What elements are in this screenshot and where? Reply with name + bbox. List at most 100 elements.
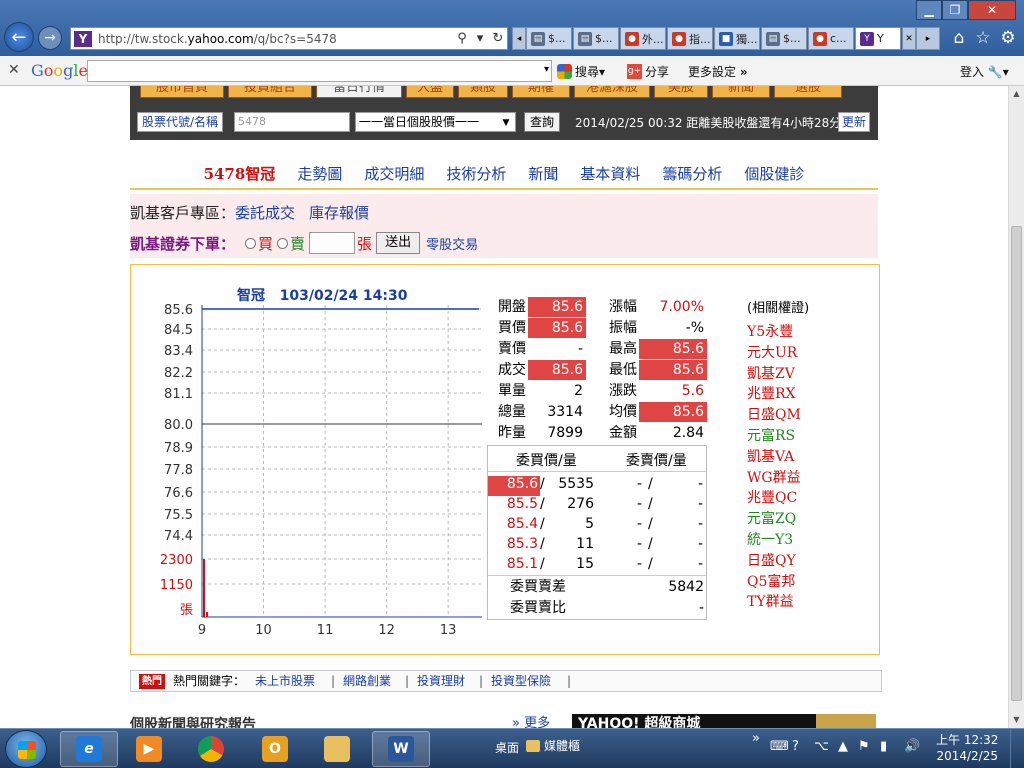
- browser-tab[interactable]: ● 指...: [667, 27, 713, 50]
- menu-tab[interactable]: 投資組合: [228, 86, 312, 98]
- menu-tab[interactable]: 期權: [512, 86, 570, 98]
- keyboard-icon[interactable]: ⌨: [770, 739, 789, 754]
- menu-tab[interactable]: 大盤: [406, 86, 454, 98]
- sell-radio[interactable]: [277, 237, 289, 249]
- stock-code-input[interactable]: 5478: [234, 112, 350, 132]
- order-fills-link[interactable]: 委託成交: [235, 204, 295, 222]
- network-icon[interactable]: ▮: [880, 739, 887, 754]
- dropdown-icon[interactable]: ▾: [471, 31, 489, 46]
- menu-tab[interactable]: 新聞: [712, 86, 770, 98]
- scroll-up-icon[interactable]: ▲: [1009, 86, 1024, 102]
- tab-scroll-left-icon[interactable]: ◂: [512, 27, 526, 50]
- wrench-icon[interactable]: 🔧: [988, 65, 1003, 79]
- gear-icon[interactable]: ⚙: [997, 27, 1019, 49]
- minimize-button[interactable]: ▁: [916, 0, 942, 20]
- taskbar-outlook[interactable]: O: [246, 731, 304, 767]
- subnav-link[interactable]: 基本資料: [580, 160, 640, 188]
- menu-tab[interactable]: 當日行情: [316, 86, 402, 98]
- tab-close-icon[interactable]: ✕: [902, 27, 916, 50]
- hot-link-startup[interactable]: 網路創業: [343, 671, 391, 691]
- menu-tab[interactable]: 股市首頁: [140, 86, 224, 98]
- volume-icon[interactable]: 🔊: [904, 739, 920, 754]
- browser-tab[interactable]: ■ 獨...: [714, 27, 760, 50]
- warrant-link[interactable]: WG群益: [747, 467, 801, 487]
- refresh-icon[interactable]: ↻: [489, 31, 507, 46]
- tray-expand-icon[interactable]: ▲: [838, 739, 848, 754]
- buy-radio[interactable]: [245, 237, 257, 249]
- toolbar-expand-icon[interactable]: »: [752, 731, 760, 746]
- google-search-input[interactable]: ▾: [87, 60, 552, 82]
- url-text[interactable]: http://tw.stock.yahoo.com/q/bc?s=5478: [98, 32, 453, 46]
- query-button[interactable]: 查詢: [524, 112, 561, 132]
- scroll-thumb[interactable]: [1011, 226, 1022, 701]
- input-method-icon[interactable]: ⌥: [814, 739, 829, 754]
- hot-link-insurance[interactable]: 投資型保險: [491, 671, 551, 691]
- forward-button[interactable]: →: [38, 26, 62, 50]
- address-bar[interactable]: Y http://tw.stock.yahoo.com/q/bc?s=5478 …: [70, 27, 508, 50]
- taskbar-media-player[interactable]: ▶: [120, 731, 178, 767]
- home-icon[interactable]: ⌂: [948, 27, 970, 49]
- subnav-link[interactable]: 新聞: [528, 160, 558, 188]
- back-button[interactable]: ←: [4, 22, 34, 52]
- browser-tab[interactable]: ● c...: [808, 27, 854, 50]
- hot-link-investing[interactable]: 投資理財: [417, 671, 465, 691]
- menu-tab[interactable]: 美股: [654, 86, 708, 98]
- start-button[interactable]: [5, 730, 47, 768]
- stock-code-label[interactable]: 股票代號/名稱: [137, 112, 224, 132]
- taskbar-explorer[interactable]: [308, 731, 366, 767]
- login-button[interactable]: 登入 🔧 ▾: [960, 63, 1009, 80]
- maximize-button[interactable]: ❐: [942, 0, 968, 20]
- search-icon[interactable]: ⚲: [453, 31, 471, 46]
- favorites-star-icon[interactable]: ☆: [972, 27, 994, 49]
- subnav-link[interactable]: 走勢圖: [297, 160, 342, 188]
- scroll-down-icon[interactable]: ▼: [1009, 712, 1024, 728]
- close-toolbar-icon[interactable]: ✕: [8, 62, 20, 78]
- warrant-link[interactable]: 元大UR: [747, 342, 797, 362]
- send-button[interactable]: 送出: [376, 232, 421, 254]
- browser-tab[interactable]: ● 外...: [620, 27, 666, 50]
- quote-type-select[interactable]: 一一當日個股股價一一 ▼: [355, 112, 516, 132]
- media-library-label[interactable]: 媒體櫃: [526, 737, 580, 754]
- menu-tab[interactable]: 選股: [774, 86, 842, 98]
- warrant-link[interactable]: Q5富邦: [747, 571, 795, 591]
- warrant-link[interactable]: TY群益: [747, 591, 794, 611]
- taskbar-word[interactable]: W: [372, 731, 430, 767]
- help-icon[interactable]: ?: [792, 739, 799, 754]
- show-desktop-button[interactable]: [1010, 729, 1024, 768]
- warrant-link[interactable]: 凱基VA: [747, 446, 794, 466]
- system-clock[interactable]: 上午 12:32 2014/2/25: [936, 732, 998, 764]
- update-button[interactable]: 更新: [838, 112, 871, 132]
- browser-tab[interactable]: ▤ $...: [761, 27, 807, 50]
- subnav-link[interactable]: 籌碼分析: [662, 160, 722, 188]
- news-more-link[interactable]: » 更多: [512, 712, 550, 728]
- subnav-link[interactable]: 個股健診: [744, 160, 804, 188]
- warrant-link[interactable]: 兆豐RX: [747, 383, 796, 403]
- subnav-link[interactable]: 技術分析: [446, 160, 506, 188]
- flag-icon[interactable]: ⚑: [858, 739, 870, 754]
- warrant-link[interactable]: 日盛QM: [747, 404, 801, 424]
- browser-tab[interactable]: ▤ $...: [526, 27, 572, 50]
- taskbar-chrome[interactable]: [182, 731, 240, 767]
- vertical-scrollbar[interactable]: ▲ ▼: [1008, 86, 1024, 728]
- hot-link-unlisted[interactable]: 未上市股票: [255, 671, 315, 691]
- menu-tab[interactable]: 類股: [458, 86, 508, 98]
- desktop-toolbar-label[interactable]: 桌面: [495, 739, 519, 756]
- warrant-link[interactable]: Y5永豐: [747, 321, 793, 341]
- browser-tab[interactable]: YY: [855, 27, 901, 50]
- subnav-link[interactable]: 5478智冠: [204, 160, 276, 188]
- share-button[interactable]: g+ 分享: [627, 63, 669, 80]
- yahoo-mall-banner[interactable]: YAHOO! 超級商城: [572, 714, 876, 728]
- browser-tab[interactable]: ▤ $...: [573, 27, 619, 50]
- more-settings-button[interactable]: 更多設定 »: [688, 63, 748, 80]
- quantity-input[interactable]: [309, 232, 356, 254]
- odd-lot-link[interactable]: 零股交易: [426, 234, 478, 253]
- warrant-link[interactable]: 凱基ZV: [747, 363, 795, 383]
- inventory-quote-link[interactable]: 庫存報價: [309, 204, 369, 222]
- subnav-link[interactable]: 成交明細: [364, 160, 424, 188]
- warrant-link[interactable]: 元富RS: [747, 425, 795, 445]
- close-button[interactable]: ✕: [968, 0, 1016, 20]
- new-tab-button[interactable]: ▸: [916, 27, 940, 50]
- warrant-link[interactable]: 元富ZQ: [747, 508, 796, 528]
- taskbar-ie[interactable]: e: [60, 731, 118, 767]
- chevron-down-icon[interactable]: ▾: [544, 64, 549, 75]
